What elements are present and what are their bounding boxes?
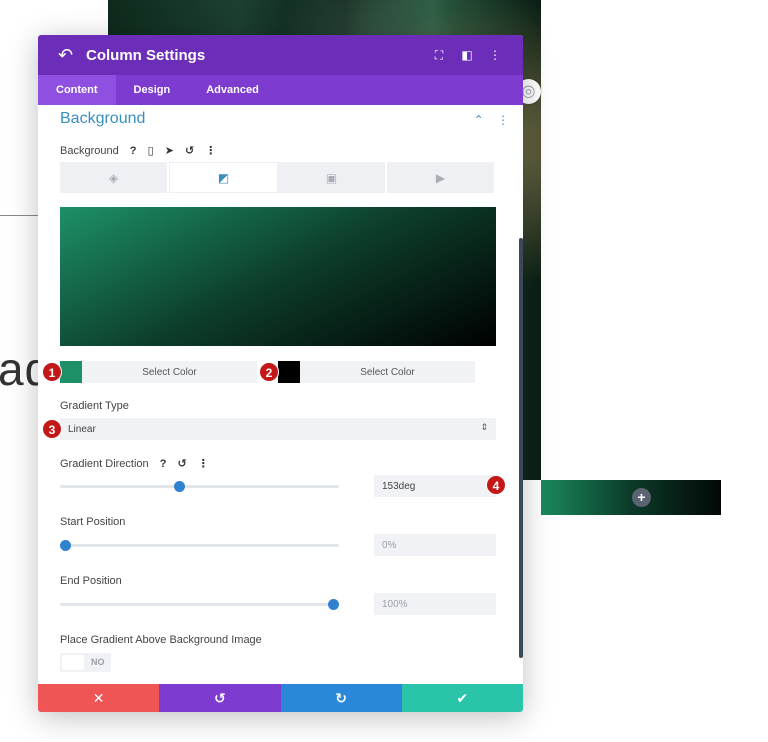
color-stop-1: Select Color: [60, 361, 257, 383]
modal-footer: ✕ ↺ ↻ ✔: [38, 684, 523, 712]
mobile-icon[interactable]: ▯: [148, 144, 154, 157]
place-gradient-label: Place Gradient Above Background Image: [60, 634, 262, 646]
gradient-direction-input[interactable]: 153deg: [374, 475, 496, 497]
builder-canvas: ad ◎ + ↶ Column Settings ⛶ ◧ ⋮ Content D…: [0, 0, 768, 742]
undo-icon[interactable]: ↺: [159, 684, 281, 712]
plus-icon[interactable]: +: [632, 488, 651, 507]
tab-advanced[interactable]: Advanced: [188, 75, 277, 105]
background-label-row: Background ? ▯ ➤ ↺ ⋮: [60, 144, 216, 157]
step-badge-3: 3: [42, 419, 62, 439]
gradient-direction-label-row: Gradient Direction ? ↺ ⋮: [60, 457, 209, 470]
select-color-button-1[interactable]: Select Color: [82, 361, 257, 383]
tab-content[interactable]: Content: [38, 75, 116, 105]
split-view-icon[interactable]: ◧: [453, 48, 481, 62]
select-arrows-icon: ⇕: [480, 422, 488, 432]
more-vertical-icon[interactable]: ⋮: [497, 113, 509, 127]
tab-design[interactable]: Design: [116, 75, 189, 105]
check-icon[interactable]: ✔: [401, 684, 523, 712]
close-icon[interactable]: ✕: [38, 684, 160, 712]
end-position-label: End Position: [60, 575, 122, 587]
modal-tabs: Content Design Advanced: [38, 75, 523, 105]
toggle-knob: [62, 655, 84, 670]
video-icon[interactable]: ▶: [387, 162, 496, 193]
start-position-input[interactable]: 0%: [374, 534, 496, 556]
gradient-icon[interactable]: ◩: [169, 162, 278, 193]
end-position-input[interactable]: 100%: [374, 593, 496, 615]
section-gradient-strip: [541, 480, 721, 515]
redo-icon[interactable]: ↻: [280, 684, 402, 712]
gradient-direction-slider[interactable]: [60, 481, 339, 492]
modal-title: Column Settings: [86, 46, 206, 64]
section-title[interactable]: Background: [60, 110, 145, 128]
step-badge-2: 2: [259, 362, 279, 382]
color-stop-2: Select Color: [278, 361, 475, 383]
scrollbar[interactable]: [519, 238, 523, 658]
background-label: Background: [60, 145, 119, 157]
toggle-value: NO: [91, 657, 105, 667]
gradient-preview: [60, 207, 496, 346]
color-swatch-1[interactable]: [60, 361, 82, 383]
reset-icon[interactable]: ↺: [185, 144, 194, 157]
place-gradient-toggle[interactable]: NO: [60, 653, 111, 672]
gradient-type-value: Linear: [68, 423, 96, 435]
paint-bucket-icon[interactable]: ◈: [60, 162, 169, 193]
chevron-up-icon[interactable]: ⌃: [474, 113, 484, 127]
end-position-slider[interactable]: [60, 599, 339, 610]
step-badge-1: 1: [42, 362, 62, 382]
cursor-icon[interactable]: ➤: [165, 144, 174, 157]
help-icon[interactable]: ?: [160, 458, 167, 470]
slider-handle[interactable]: [173, 481, 185, 492]
reset-icon[interactable]: ↺: [178, 457, 187, 470]
start-position-label: Start Position: [60, 516, 126, 528]
undo-arrow-icon[interactable]: ↶: [58, 45, 86, 66]
more-vertical-icon[interactable]: ⋮: [205, 144, 216, 157]
modal-body[interactable]: Background ⌃ ⋮ Background ? ▯ ➤ ↺ ⋮ ◈ ◩ …: [38, 105, 523, 684]
column-settings-modal: ↶ Column Settings ⛶ ◧ ⋮ Content Design A…: [38, 35, 523, 712]
help-icon[interactable]: ?: [130, 145, 137, 157]
slider-handle[interactable]: [328, 599, 339, 610]
fullscreen-icon[interactable]: ⛶: [425, 48, 453, 63]
gradient-type-select[interactable]: Linear ⇕: [60, 418, 496, 440]
gradient-type-label: Gradient Type: [60, 400, 129, 412]
image-icon[interactable]: ▣: [278, 162, 387, 193]
section-controls: ⌃ ⋮: [474, 113, 509, 127]
more-vertical-icon[interactable]: ⋮: [481, 48, 509, 62]
start-position-slider[interactable]: [60, 540, 339, 551]
color-swatch-2[interactable]: [278, 361, 300, 383]
step-badge-4: 4: [486, 475, 506, 495]
gradient-direction-label: Gradient Direction: [60, 458, 149, 470]
modal-header: ↶ Column Settings ⛶ ◧ ⋮: [38, 35, 523, 75]
more-vertical-icon[interactable]: ⋮: [198, 457, 209, 470]
divider-line: [0, 215, 40, 216]
background-type-tabs: ◈ ◩ ▣ ▶: [60, 162, 496, 193]
slider-handle[interactable]: [60, 540, 71, 551]
select-color-button-2[interactable]: Select Color: [300, 361, 475, 383]
